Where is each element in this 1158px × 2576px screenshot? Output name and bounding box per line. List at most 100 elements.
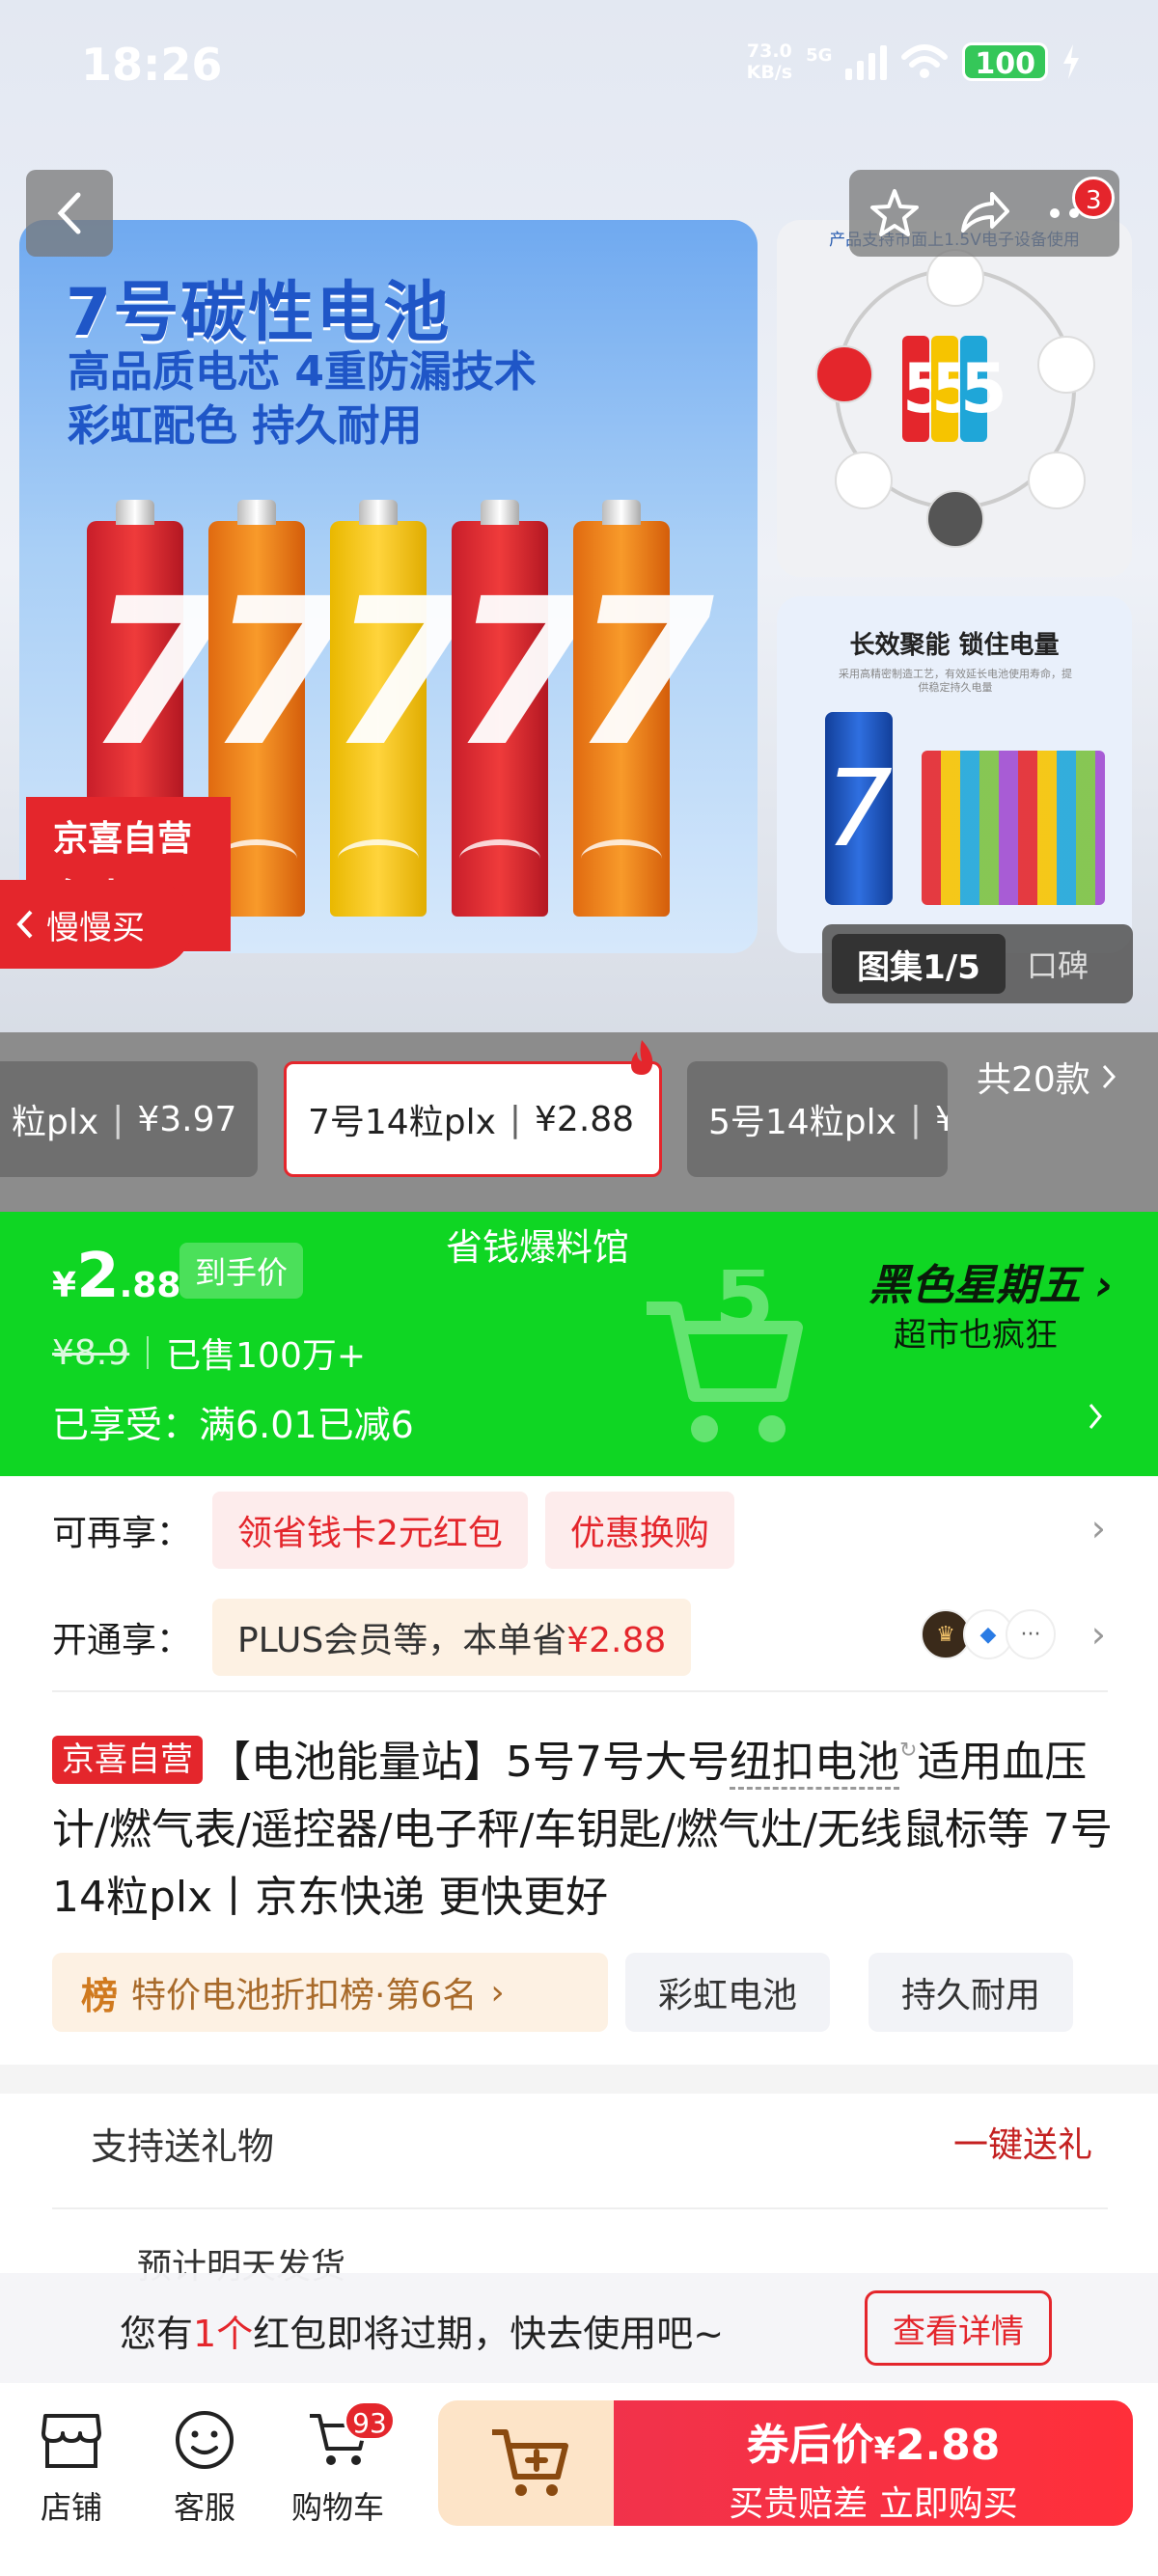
price-tag: 到手价	[179, 1243, 304, 1299]
more-button[interactable]: 3	[1045, 177, 1116, 242]
view-details-button[interactable]: 查看详情	[865, 2290, 1052, 2366]
divider	[52, 1690, 1108, 1692]
thumb2-heading: 长效聚能 锁住电量	[849, 631, 1060, 660]
ranking-badge[interactable]: 榜 特价电池折扣榜·第6名 ›	[52, 1953, 608, 2032]
sticker-line1: 京喜自营	[53, 819, 193, 859]
cart-label: 购物车	[290, 2489, 384, 2526]
image-line2: 彩虹配色 持久耐用	[68, 401, 423, 451]
buy-price-line: 券后价¥2.88	[746, 2421, 1001, 2470]
customer-service-tab[interactable]: 客服	[147, 2406, 262, 2528]
sku-total-button[interactable]: 共20款	[977, 1052, 1117, 1102]
sku-option-selected[interactable]: 7号14粒plx | ¥2.88	[284, 1061, 662, 1177]
rank-text: 特价电池折扣榜·第6名	[131, 1976, 478, 2015]
reviews-tab[interactable]: 口碑	[1027, 942, 1089, 986]
star-icon	[869, 189, 919, 236]
back-button[interactable]	[26, 170, 113, 257]
cart-count-badge: 93	[344, 2400, 396, 2441]
network-type: 5G	[806, 44, 833, 66]
sku-name: 5号14粒plx	[708, 1103, 896, 1142]
banner-title: 省钱爆料馆	[446, 1226, 630, 1269]
cart-watermark-icon: 5	[647, 1270, 803, 1442]
net-speed-value: 73.0	[746, 41, 792, 62]
store-icon	[41, 2414, 101, 2468]
sku-name: 7号14粒plx	[308, 1103, 496, 1142]
promo-subtitle: 超市也疯狂	[894, 1316, 1058, 1355]
exchange-pill[interactable]: 优惠换购	[544, 1492, 734, 1569]
plus-member-pill[interactable]: PLUS会员等，本单省¥2.88	[212, 1599, 692, 1676]
share-button[interactable]	[955, 184, 1013, 242]
feature-tag[interactable]: 持久耐用	[868, 1953, 1074, 2032]
product-title: 京喜自营 【电池能量站】5号7号大号纽扣电池↻适用血压计/燃气表/遥控器/电子秤/…	[52, 1717, 1114, 1932]
service-label: 客服	[173, 2489, 235, 2526]
share-icon	[960, 192, 1009, 233]
coupon-pill[interactable]: 领省钱卡2元红包	[212, 1492, 528, 1569]
applied-discount: 已享受：满6.01已减6	[52, 1404, 414, 1446]
original-price: ¥8.9	[52, 1332, 130, 1373]
currency-symbol: ¥	[52, 1266, 77, 1305]
extra-benefits-row[interactable]: 可再享： 领省钱卡2元红包 优惠换购	[52, 1491, 752, 1570]
sku-price: ¥	[935, 1099, 948, 1139]
extra-benefits-label: 可再享：	[52, 1514, 192, 1553]
chevron-right-icon[interactable]: ›	[1091, 1613, 1106, 1656]
slow-buy-button[interactable]: 慢慢买	[0, 880, 193, 969]
gallery-thumb-1[interactable]: 产品支持市面上1.5V电子设备使用 5 5 5	[777, 220, 1132, 577]
smile-chat-icon	[176, 2411, 234, 2469]
svg-text:5: 5	[714, 1270, 775, 1349]
divider	[52, 2207, 1108, 2209]
sku-price: ¥2.88	[535, 1099, 635, 1139]
image-subtitle: 高品质电芯 4重防漏技术 彩虹配色 持久耐用	[68, 345, 537, 453]
price-decimal: .88	[119, 1266, 181, 1305]
toast-message: 您有1个红包即将过期，快去使用吧~	[120, 2313, 725, 2355]
sku-name: 粒plx	[12, 1103, 99, 1142]
favorite-button[interactable]	[866, 184, 924, 242]
sku-option[interactable]: 5号14粒plx | ¥	[687, 1061, 948, 1177]
gallery-switcher[interactable]: 图集1/5 口碑	[822, 924, 1133, 1003]
feature-tag[interactable]: 彩虹电池	[625, 1953, 831, 2032]
plus-saving: ¥2.88	[566, 1621, 667, 1660]
price-banner[interactable]: 省钱爆料馆 ¥2.88 到手价 ¥8.9 已售100万+ 已享受：满6.01已减…	[0, 1212, 1158, 1476]
final-price: ¥2.88	[52, 1241, 180, 1312]
status-icons: 73.0 KB/s 5G 100	[747, 41, 1081, 83]
sku-option[interactable]: 粒plx | ¥3.97	[0, 1061, 258, 1177]
chevron-right-icon	[1102, 1064, 1116, 1089]
chevron-right-icon[interactable]: ›	[1091, 1507, 1106, 1549]
gift-support-label: 支持送礼物	[91, 2125, 275, 2168]
gallery-tab[interactable]: 图集1/5	[832, 934, 1006, 994]
wifi-icon	[901, 44, 949, 78]
image-title: 7号碳性电池	[66, 275, 452, 351]
chevron-right-icon: ›	[490, 1972, 505, 2013]
price-meta: ¥8.9 已售100万+	[52, 1328, 366, 1378]
member-icons: ♛ ◆ ···	[921, 1609, 1056, 1659]
membership-label: 开通享：	[52, 1621, 192, 1660]
price-integer: 2	[76, 1241, 120, 1312]
battery-icon: 100	[962, 42, 1048, 81]
image-line1: 高品质电芯 4重防漏技术	[68, 347, 537, 397]
net-speed: 73.0 KB/s	[747, 41, 792, 83]
status-bar: 18:26 73.0 KB/s 5G 100	[0, 0, 1158, 135]
coupon-expiry-toast: 您有1个红包即将过期，快去使用吧~ 查看详情	[0, 2273, 1158, 2383]
add-cart-icon	[492, 2429, 568, 2496]
signal-icon	[845, 43, 888, 80]
sku-price: ¥3.97	[137, 1099, 237, 1139]
net-speed-unit: KB/s	[746, 62, 793, 83]
self-operated-badge: 京喜自营	[52, 1736, 203, 1784]
plus-text: PLUS会员等，本单省	[237, 1621, 567, 1660]
slow-buy-label: 慢慢买	[46, 908, 145, 947]
buy-subline: 买贵赔差 立即购买	[729, 2484, 1018, 2524]
product-gallery[interactable]: 18:26 73.0 KB/s 5G 100 7号碳性电池 高品质电芯 4重防漏…	[0, 0, 1158, 1032]
add-to-cart-button[interactable]	[438, 2400, 621, 2526]
promo-title: 黑色星期五 ›	[868, 1261, 1114, 1310]
title-part-a: 【电池能量站】5号7号大号	[208, 1738, 730, 1787]
shop-tab[interactable]: 店铺	[14, 2406, 129, 2528]
send-gift-link[interactable]: 一键送礼	[953, 2117, 1092, 2167]
buy-now-button[interactable]: 券后价¥2.88 买贵赔差 立即购买	[614, 2400, 1133, 2526]
thumb2-subtitle: 采用高精密制造工艺，有效延长电池使用寿命，提供稳定持久电量	[839, 668, 1072, 694]
membership-row[interactable]: 开通享： PLUS会员等，本单省¥2.88	[52, 1598, 708, 1677]
sku-total-label: 共20款	[977, 1060, 1090, 1100]
refresh-icon: ↻	[899, 1739, 918, 1763]
gallery-thumb-2[interactable]: 长效聚能 锁住电量 采用高精密制造工艺，有效延长电池使用寿命，提供稳定持久电量 …	[777, 596, 1132, 953]
title-link-term[interactable]: 纽扣电池	[730, 1738, 899, 1790]
chevron-right-icon	[1089, 1404, 1102, 1429]
hot-flame-icon	[631, 1040, 653, 1075]
notification-badge: 3	[1072, 177, 1116, 219]
